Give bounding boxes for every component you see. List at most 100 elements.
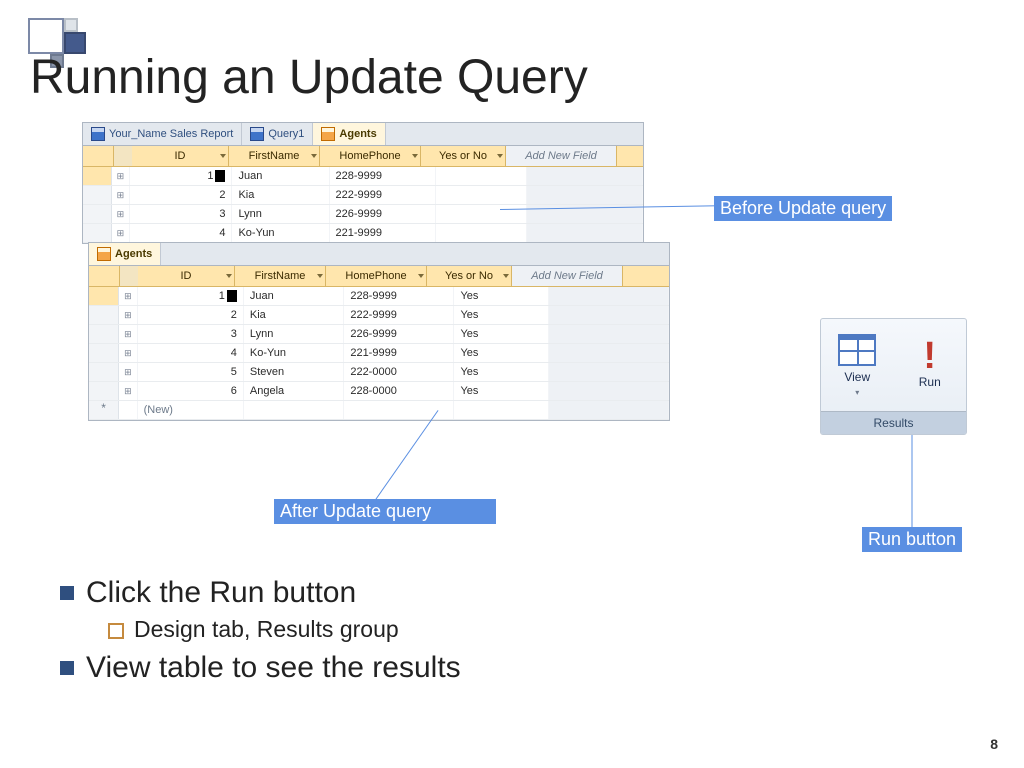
tab-query[interactable]: Query1 <box>242 123 313 145</box>
cell-add[interactable] <box>549 325 669 343</box>
cell-id[interactable]: 2 <box>130 186 233 204</box>
cell-firstname[interactable]: Lynn <box>244 325 344 343</box>
tab-label: Query1 <box>268 128 304 140</box>
col-yesno[interactable]: Yes or No <box>427 266 512 286</box>
table-row[interactable]: 6Angela228-0000Yes <box>89 382 669 401</box>
cell-homephone[interactable]: 226-9999 <box>344 325 454 343</box>
callout-before: Before Update query <box>714 196 892 221</box>
col-homephone[interactable]: HomePhone <box>320 146 421 166</box>
view-label: View <box>844 370 870 384</box>
cell-id[interactable]: 1 <box>130 167 233 185</box>
cell-firstname[interactable]: Steven <box>244 363 344 381</box>
table-row[interactable]: 4Ko-Yun221-9999Yes <box>89 344 669 363</box>
table-row[interactable]: 4Ko-Yun221-9999 <box>83 224 643 243</box>
table-row[interactable]: 5Steven222-0000Yes <box>89 363 669 382</box>
cell-yesno[interactable]: Yes <box>454 344 549 362</box>
cell-homephone[interactable]: 228-9999 <box>330 167 436 185</box>
cell-homephone[interactable]: 222-0000 <box>344 363 454 381</box>
table-row[interactable]: 1Juan228-9999 <box>83 167 643 186</box>
column-headers: ID FirstName HomePhone Yes or No Add New… <box>83 146 643 167</box>
table-row[interactable]: 3Lynn226-9999Yes <box>89 325 669 344</box>
cell-id[interactable]: 2 <box>138 306 244 324</box>
col-yesno[interactable]: Yes or No <box>421 146 506 166</box>
cell-add[interactable] <box>527 224 643 242</box>
run-label: Run <box>919 375 941 389</box>
table-row[interactable]: 2Kia222-9999Yes <box>89 306 669 325</box>
table-icon <box>321 127 335 141</box>
column-headers: ID FirstName HomePhone Yes or No Add New… <box>89 266 669 287</box>
data-grid-before: 1Juan228-99992Kia222-99993Lynn226-99994K… <box>83 167 643 243</box>
cell-homephone[interactable]: 222-9999 <box>344 306 454 324</box>
col-add-new[interactable]: Add New Field <box>506 146 617 166</box>
col-firstname[interactable]: FirstName <box>229 146 320 166</box>
cell-yesno[interactable] <box>436 167 527 185</box>
table-icon <box>97 247 111 261</box>
tab-report[interactable]: Your_Name Sales Report <box>83 123 242 145</box>
cell-firstname[interactable]: Angela <box>244 382 344 400</box>
cell-id[interactable]: 3 <box>130 205 233 223</box>
cell-add[interactable] <box>549 363 669 381</box>
table-row[interactable]: 2Kia222-9999 <box>83 186 643 205</box>
col-homephone[interactable]: HomePhone <box>326 266 427 286</box>
cell-yesno[interactable]: Yes <box>454 382 549 400</box>
cell-id[interactable]: 5 <box>138 363 244 381</box>
bullet-level1: Click the Run button <box>60 576 994 610</box>
cell-homephone[interactable]: 222-9999 <box>330 186 436 204</box>
cell-id[interactable]: 6 <box>138 382 244 400</box>
cell-homephone[interactable]: 228-0000 <box>344 382 454 400</box>
cell-add[interactable] <box>549 306 669 324</box>
cell-yesno[interactable]: Yes <box>454 363 549 381</box>
cell-homephone[interactable]: 228-9999 <box>344 287 454 305</box>
cell-firstname[interactable]: Juan <box>232 167 329 185</box>
cell-id[interactable]: 3 <box>138 325 244 343</box>
datasheet-before: Your_Name Sales Report Query1 Agents ID … <box>82 122 644 244</box>
cell-homephone[interactable]: 221-9999 <box>344 344 454 362</box>
cell-add[interactable] <box>549 287 669 305</box>
cell-firstname[interactable]: Kia <box>232 186 329 204</box>
cell-yesno[interactable] <box>436 205 527 223</box>
cell-id[interactable]: 4 <box>138 344 244 362</box>
cell-id[interactable]: 1 <box>138 287 244 305</box>
bullet-list: Click the Run button Design tab, Results… <box>60 570 994 691</box>
run-button[interactable]: ! Run <box>894 319 967 411</box>
col-add-new[interactable]: Add New Field <box>512 266 623 286</box>
cell-firstname[interactable]: Juan <box>244 287 344 305</box>
cell-add[interactable] <box>549 382 669 400</box>
cell-firstname[interactable]: Lynn <box>232 205 329 223</box>
cell-yesno[interactable] <box>436 224 527 242</box>
bullet-text: Design tab, Results group <box>134 616 399 643</box>
ribbon-results-group: View ▾ ! Run Results <box>820 318 967 435</box>
cell-id[interactable]: 4 <box>130 224 233 242</box>
table-row[interactable]: 1Juan228-9999Yes <box>89 287 669 306</box>
cell-firstname[interactable]: Ko-Yun <box>232 224 329 242</box>
cell-homephone[interactable]: 221-9999 <box>330 224 436 242</box>
view-button[interactable]: View ▾ <box>821 319 894 411</box>
bullet-marker <box>60 661 74 675</box>
cell-firstname[interactable]: Kia <box>244 306 344 324</box>
cell-firstname[interactable]: Ko-Yun <box>244 344 344 362</box>
report-icon <box>91 127 105 141</box>
tab-agents[interactable]: Agents <box>313 123 385 145</box>
run-exclamation-icon: ! <box>923 341 936 371</box>
col-id[interactable]: ID <box>132 146 229 166</box>
bullet-marker <box>60 586 74 600</box>
cell-yesno[interactable] <box>436 186 527 204</box>
datasheet-view-icon <box>838 334 876 366</box>
col-firstname[interactable]: FirstName <box>235 266 326 286</box>
cell-add[interactable] <box>549 344 669 362</box>
cell-add[interactable] <box>527 186 643 204</box>
data-grid-after: 1Juan228-9999Yes2Kia222-9999Yes3Lynn226-… <box>89 287 669 420</box>
cell-yesno[interactable]: Yes <box>454 325 549 343</box>
table-row-new[interactable]: (New) <box>89 401 669 420</box>
col-id[interactable]: ID <box>138 266 235 286</box>
cell-homephone[interactable]: 226-9999 <box>330 205 436 223</box>
slide-title: Running an Update Query <box>30 50 588 105</box>
cell-yesno[interactable]: Yes <box>454 306 549 324</box>
cell-id[interactable]: (New) <box>138 401 244 419</box>
cell-add[interactable] <box>527 167 643 185</box>
bullet-level2: Design tab, Results group <box>108 616 994 643</box>
query-icon <box>250 127 264 141</box>
tab-agents[interactable]: Agents <box>89 243 161 265</box>
cell-yesno[interactable]: Yes <box>454 287 549 305</box>
tab-label: Your_Name Sales Report <box>109 128 233 140</box>
